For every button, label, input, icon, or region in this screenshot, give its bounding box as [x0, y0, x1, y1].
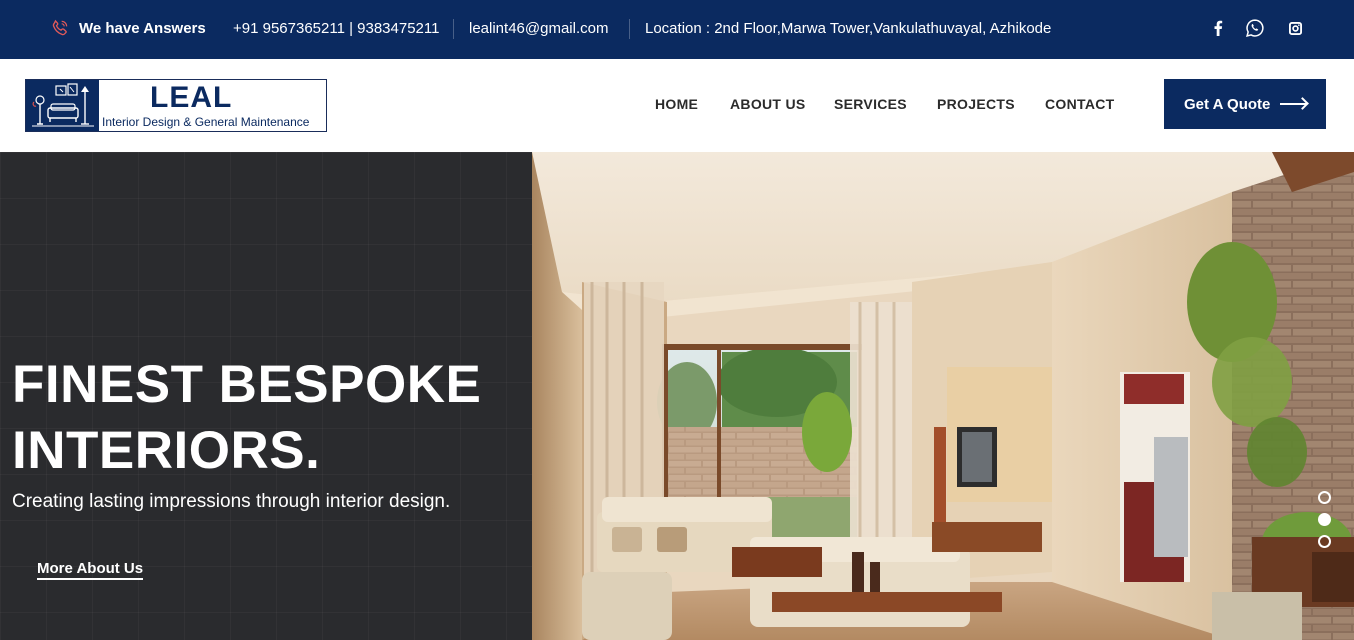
location-text: Location : 2nd Floor,Marwa Tower,Vankula… — [645, 20, 1052, 37]
top-bar: We have Answers +91 9567365211 | 9383475… — [0, 0, 1354, 59]
logo-title: LEAL — [150, 81, 233, 114]
facebook-icon[interactable] — [1207, 17, 1229, 39]
site-header: LEAL Interior Design & General Maintenan… — [0, 59, 1354, 152]
arrow-right-icon — [1280, 103, 1306, 105]
get-a-quote-label: Get A Quote — [1184, 95, 1271, 113]
more-about-us-link[interactable]: More About Us — [37, 560, 144, 580]
hero-text-panel: FINEST BESPOKE INTERIORS. Creating lasti… — [0, 152, 532, 640]
email-link[interactable]: lealint46@gmail.com — [469, 19, 608, 39]
logo-mark — [26, 80, 99, 131]
nav-projects[interactable]: PROJECTS — [937, 96, 1015, 112]
phone-numbers-link[interactable]: +91 9567365211 | 9383475211 — [233, 19, 439, 39]
divider — [453, 19, 454, 39]
site-logo[interactable]: LEAL Interior Design & General Maintenan… — [25, 79, 327, 132]
whatsapp-icon[interactable] — [1244, 17, 1266, 39]
nav-home[interactable]: HOME — [655, 96, 698, 112]
nav-about-us[interactable]: ABOUT US — [730, 96, 806, 112]
hero-title-line-2: INTERIORS. — [12, 421, 321, 480]
get-a-quote-button[interactable]: Get A Quote — [1164, 79, 1326, 129]
slider-dot-1[interactable] — [1318, 491, 1331, 504]
hero-subtitle: Creating lasting impressions through int… — [12, 491, 451, 512]
nav-contact[interactable]: CONTACT — [1045, 96, 1115, 112]
divider — [629, 19, 630, 39]
phone-icon — [50, 18, 70, 38]
hero-title: FINEST BESPOKE INTERIORS. — [12, 352, 481, 484]
nav-services[interactable]: SERVICES — [834, 96, 907, 112]
hero-image — [532, 152, 1354, 640]
slider-dot-3[interactable] — [1318, 535, 1331, 548]
slider-dot-2[interactable] — [1318, 513, 1331, 526]
hero-title-line-1: FINEST BESPOKE — [12, 355, 482, 414]
tagline-text: We have Answers — [79, 20, 206, 37]
logo-subtitle: Interior Design & General Maintenance — [102, 115, 310, 129]
instagram-icon[interactable] — [1284, 17, 1306, 39]
